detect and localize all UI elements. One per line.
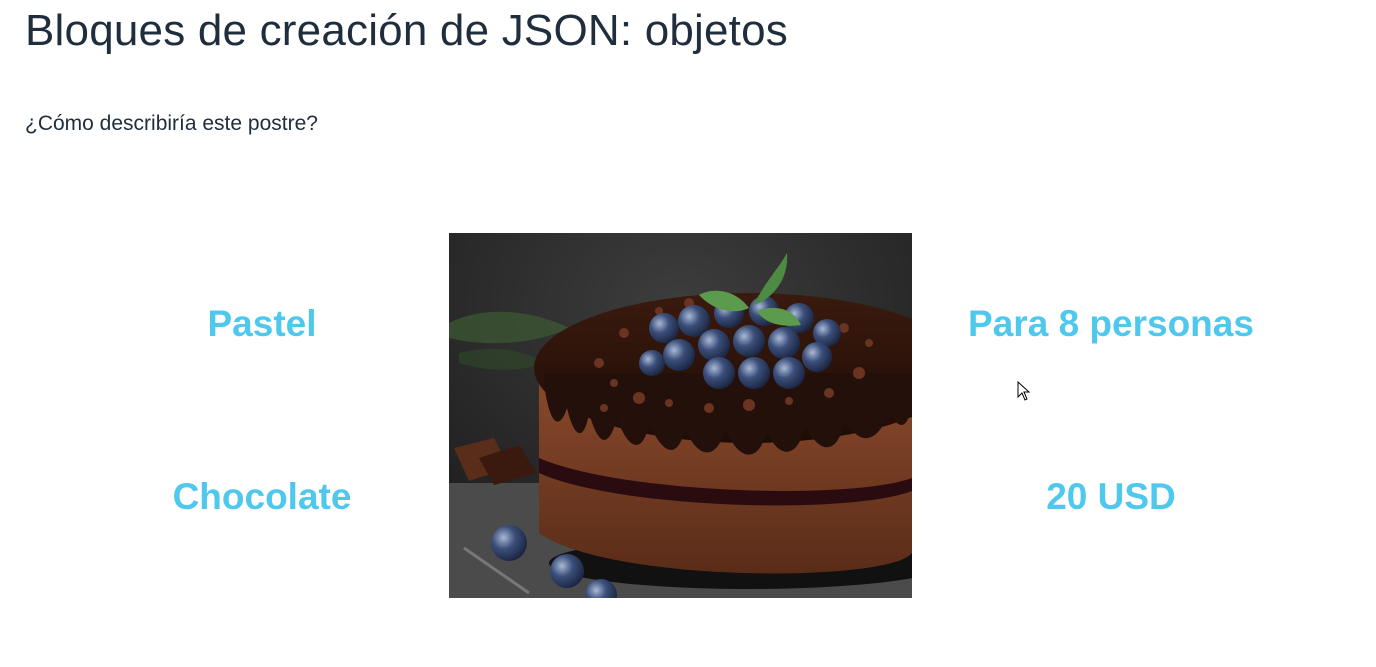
mouse-pointer-icon xyxy=(1017,381,1031,401)
slide-question: ¿Cómo describiría este postre? xyxy=(25,112,318,135)
descriptor-price: 20 USD xyxy=(1046,476,1176,517)
descriptor-servings: Para 8 personas xyxy=(968,303,1254,344)
descriptor-pastel: Pastel xyxy=(207,303,317,344)
descriptor-chocolate: Chocolate xyxy=(172,476,352,517)
cake-photo xyxy=(449,233,912,598)
cake-illustration xyxy=(449,233,912,598)
slide: Bloques de creación de JSON: objetos ¿Có… xyxy=(0,0,1376,667)
slide-title: Bloques de creación de JSON: objetos xyxy=(25,6,788,55)
